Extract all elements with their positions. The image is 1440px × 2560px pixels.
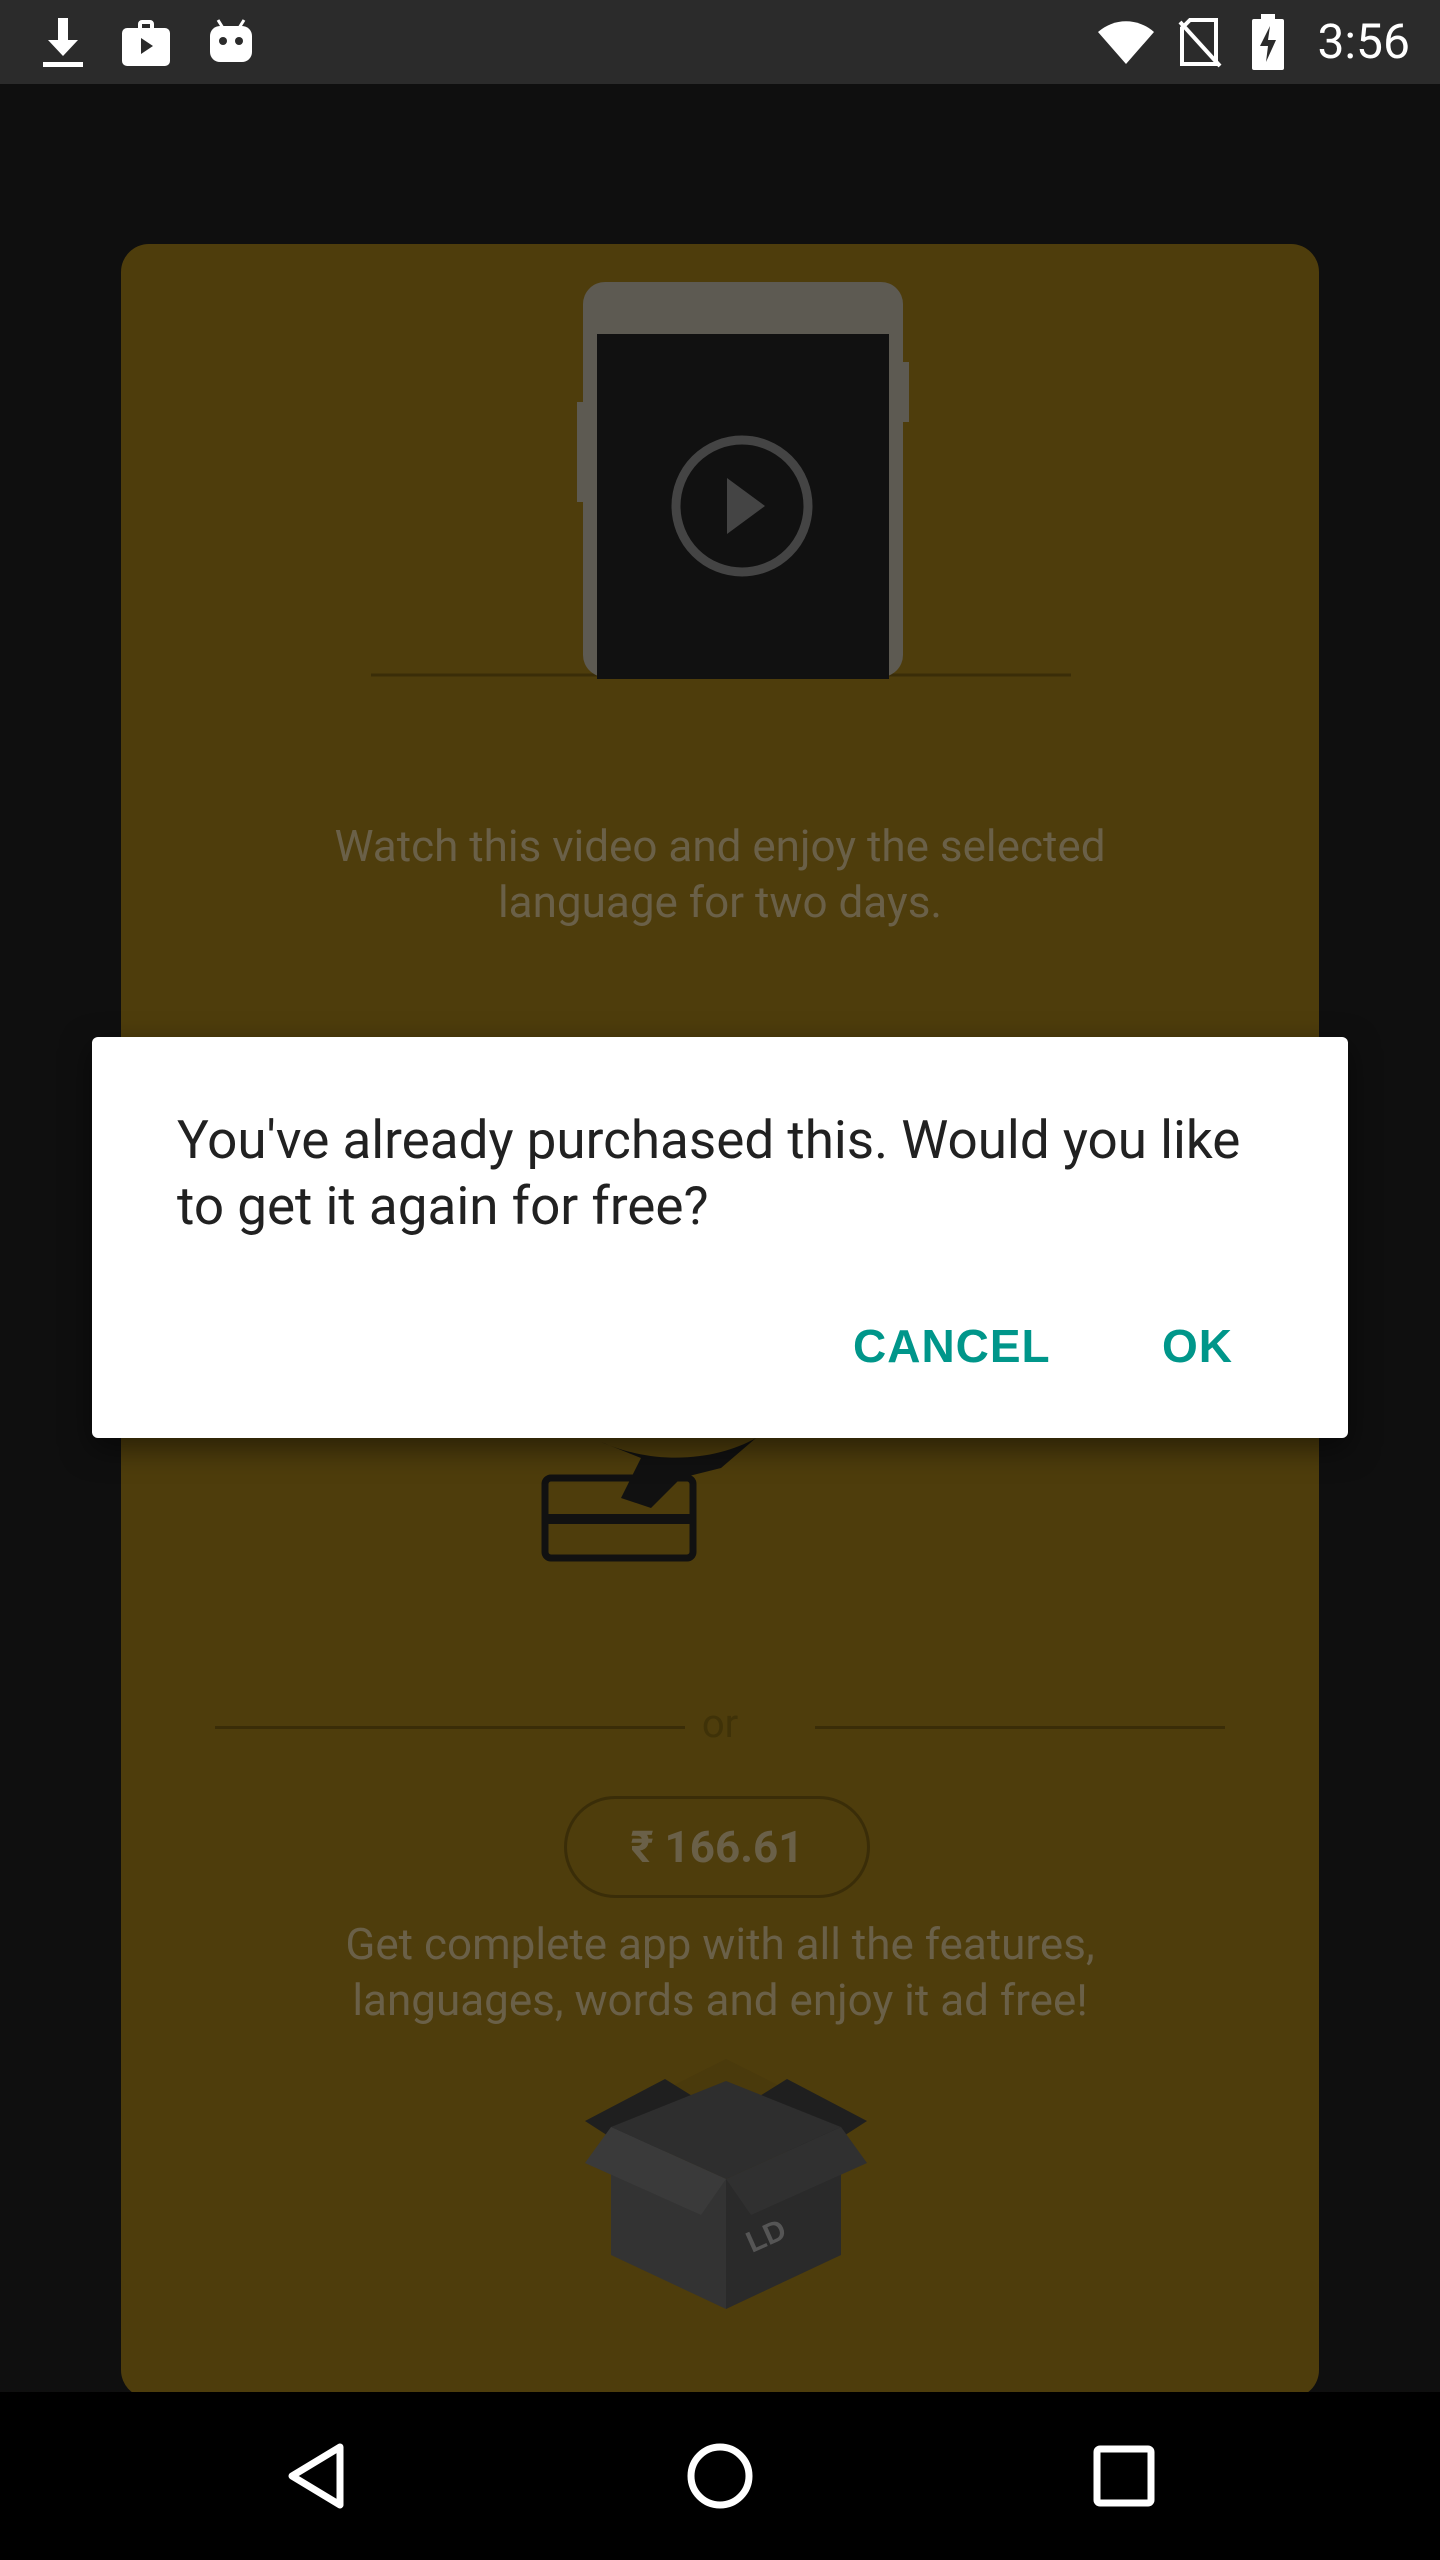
ok-button[interactable]: OK: [1142, 1303, 1253, 1389]
wifi-icon: [1096, 14, 1156, 70]
price-button[interactable]: ₹ 166.61: [564, 1796, 870, 1898]
shopping-bag-icon: [118, 14, 174, 70]
card-payment-illustration: [541, 1438, 756, 1562]
status-time: 3:56: [1317, 13, 1410, 70]
app-box-illustration: LD: [585, 2059, 867, 2309]
download-icon: [38, 14, 88, 70]
cancel-button[interactable]: CANCEL: [833, 1303, 1071, 1389]
battery-charging-icon: [1250, 14, 1286, 70]
no-sim-icon: [1176, 14, 1224, 70]
recents-icon[interactable]: [1074, 2426, 1174, 2526]
android-icon: [206, 14, 256, 70]
full-app-text: Get complete app with all the features, …: [345, 1918, 1095, 2026]
watch-video-text: Watch this video and enjoy the selected …: [334, 820, 1106, 928]
divider: [815, 1726, 1225, 1729]
or-label: or: [701, 1700, 739, 1747]
divider: [215, 1726, 685, 1729]
dialog-message: You've already purchased this. Would you…: [177, 1109, 1241, 1237]
phone-video-illustration: [371, 282, 1071, 679]
home-icon[interactable]: [670, 2426, 770, 2526]
back-icon[interactable]: [266, 2426, 366, 2526]
confirm-dialog: You've already purchased this. Would you…: [92, 1037, 1348, 1438]
status-bar: 3:56: [0, 0, 1440, 84]
navigation-bar: [0, 2392, 1440, 2560]
